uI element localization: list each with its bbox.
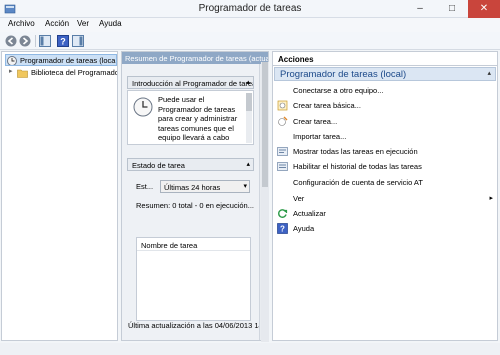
action-import-task-label: Importar tarea... xyxy=(293,132,347,141)
action-create-task-label: Crear tarea... xyxy=(293,117,338,126)
summary-header: Resumen de Programador de tareas (actual… xyxy=(122,52,268,64)
intro-section-header[interactable]: Introducción al Programador de tareas ▴ xyxy=(127,76,254,89)
status-section-title: Estado de tarea xyxy=(132,161,185,170)
tree-item-library[interactable]: ▸ Biblioteca del Programador de tareas xyxy=(5,67,117,79)
status-summary: Resumen: 0 total - 0 en ejecución... xyxy=(136,201,254,210)
minimize-button[interactable]: – xyxy=(404,0,436,18)
clock-icon xyxy=(133,97,153,117)
tree-item-root[interactable]: Programador de tareas (local) xyxy=(5,54,117,66)
running-tasks-icon xyxy=(277,147,288,156)
create-task-icon xyxy=(278,116,288,126)
actions-panel: Acciones Programador de tareas (local) ▴… xyxy=(272,51,498,341)
intro-section-title: Introducción al Programador de tareas xyxy=(132,79,254,88)
status-filter-label: Est... xyxy=(136,182,154,191)
actions-subheader[interactable]: Programador de tareas (local) ▴ xyxy=(274,67,496,81)
action-help-label: Ayuda xyxy=(293,224,315,233)
summary-panel: Resumen de Programador de tareas (actual… xyxy=(121,51,269,341)
action-pane-icon[interactable] xyxy=(72,35,84,47)
intro-description: Puede usar el Programador de tareas para… xyxy=(158,95,238,142)
folder-icon xyxy=(17,69,28,78)
action-connect[interactable]: Conectarse a otro equipo... xyxy=(277,84,487,98)
basic-task-icon xyxy=(277,100,288,111)
chevron-down-icon: ▾ xyxy=(243,183,247,190)
task-table: Nombre de tarea xyxy=(136,237,251,321)
action-show-running-label: Mostrar todas las tareas en ejecución xyxy=(293,147,418,156)
back-arrow-icon[interactable] xyxy=(5,35,17,47)
menu-bar: Archivo Acción Ver Ayuda xyxy=(0,18,500,32)
menu-ver[interactable]: Ver xyxy=(77,19,89,28)
toolbar-separator xyxy=(35,35,36,47)
refresh-icon xyxy=(278,209,288,218)
maximize-button[interactable]: □ xyxy=(436,0,468,18)
console-tree-icon[interactable] xyxy=(39,35,51,47)
submenu-arrow-icon: ▸ xyxy=(489,195,493,202)
intro-scroll-thumb[interactable] xyxy=(246,93,252,111)
intro-scrollbar[interactable] xyxy=(246,93,252,143)
action-view-label: Ver xyxy=(293,194,305,203)
actions-subheader-label: Programador de tareas (local) xyxy=(280,69,407,80)
action-enable-history[interactable]: Habilitar el historial de todas las tare… xyxy=(277,160,487,174)
status-bar xyxy=(0,343,500,355)
action-create-task[interactable]: Crear tarea... xyxy=(277,115,487,129)
status-section-header[interactable]: Estado de tarea ▴ xyxy=(127,158,254,171)
title-bar: Programador de tareas – □ ✕ xyxy=(0,0,500,18)
close-button[interactable]: ✕ xyxy=(468,0,500,18)
center-right-scrollbar[interactable] xyxy=(261,62,269,342)
help-icon: ? xyxy=(277,223,288,234)
action-import-task[interactable]: Importar tarea... xyxy=(277,130,487,144)
task-column-header[interactable]: Nombre de tarea xyxy=(137,238,250,251)
action-show-running[interactable]: Mostrar todas las tareas en ejecución xyxy=(277,145,487,159)
menu-accion[interactable]: Acción xyxy=(45,19,69,28)
clock-icon xyxy=(7,56,17,65)
tree-library-label: Biblioteca del Programador de tareas xyxy=(31,68,117,77)
status-filter-select[interactable]: Últimas 24 horas ▾ xyxy=(160,180,250,193)
action-create-basic-task[interactable]: Crear tarea básica... xyxy=(277,99,487,113)
help-icon[interactable]: ? xyxy=(57,35,69,47)
action-refresh-label: Actualizar xyxy=(293,209,326,218)
action-create-basic-task-label: Crear tarea básica... xyxy=(293,101,361,110)
forward-arrow-icon[interactable] xyxy=(19,35,31,47)
action-view[interactable]: Ver ▸ xyxy=(277,192,495,206)
collapse-caret-icon[interactable]: ▴ xyxy=(487,69,491,77)
action-refresh[interactable]: Actualizar xyxy=(277,207,487,221)
status-filter-value: Últimas 24 horas xyxy=(164,183,221,192)
collapse-caret-icon[interactable]: ▴ xyxy=(246,78,250,86)
center-right-scroll-thumb[interactable] xyxy=(262,62,268,187)
action-connect-label: Conectarse a otro equipo... xyxy=(293,86,384,95)
svg-text:?: ? xyxy=(280,225,285,234)
expand-caret-icon[interactable]: ▸ xyxy=(9,67,13,75)
last-update-text: Última actualización a las 04/06/2013 14… xyxy=(128,321,265,330)
svg-text:?: ? xyxy=(60,37,66,47)
action-at-service-account-label: Configuración de cuenta de servicio AT xyxy=(293,178,423,187)
action-enable-history-label: Habilitar el historial de todas las tare… xyxy=(293,162,422,171)
menu-ayuda[interactable]: Ayuda xyxy=(99,19,122,28)
intro-section-body: Puede usar el Programador de tareas para… xyxy=(127,90,254,145)
history-icon xyxy=(277,162,288,171)
action-help[interactable]: ? Ayuda xyxy=(277,222,487,236)
actions-title: Acciones xyxy=(273,52,497,66)
tree-root-label: Programador de tareas (local) xyxy=(20,56,117,65)
action-at-service-account[interactable]: Configuración de cuenta de servicio AT xyxy=(277,176,487,190)
collapse-caret-icon[interactable]: ▴ xyxy=(246,160,250,168)
menu-archivo[interactable]: Archivo xyxy=(8,19,35,28)
toolbar: ? xyxy=(0,32,500,50)
tree-panel: Programador de tareas (local) ▸ Bibliote… xyxy=(1,51,118,341)
